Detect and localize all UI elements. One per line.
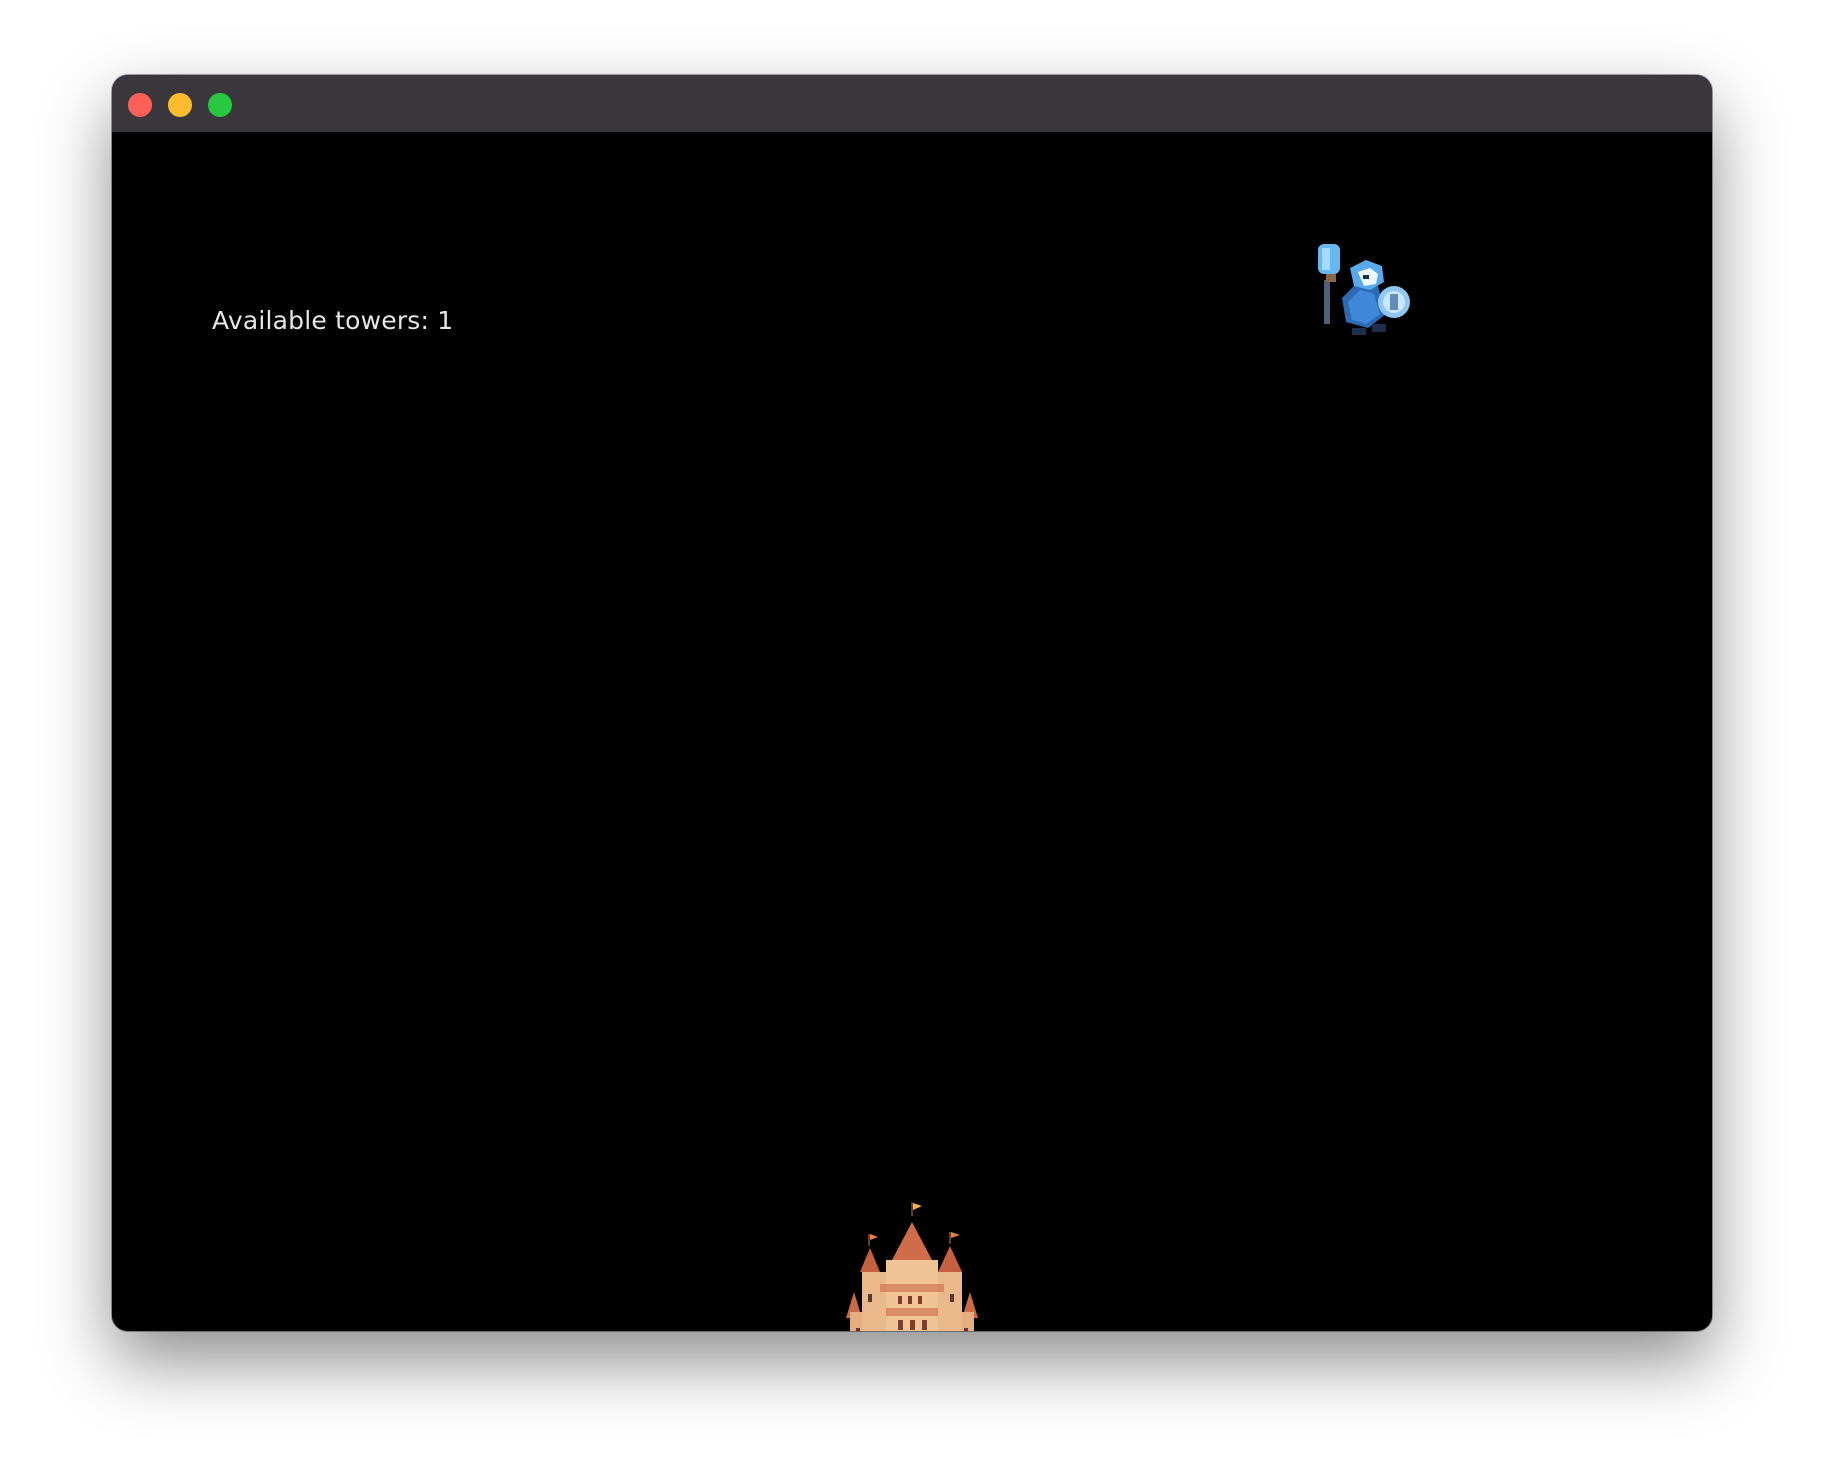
available-towers-label: Available towers: 1 (212, 306, 454, 335)
zoom-window-button[interactable] (208, 93, 232, 117)
castle-sprite (844, 1202, 980, 1331)
app-window: Available towers: 1 (112, 75, 1712, 1331)
title-bar (112, 75, 1712, 132)
game-canvas[interactable]: Available towers: 1 (112, 132, 1712, 1331)
enemy-knight-sprite (1308, 240, 1412, 340)
minimize-window-button[interactable] (168, 93, 192, 117)
close-window-button[interactable] (128, 93, 152, 117)
